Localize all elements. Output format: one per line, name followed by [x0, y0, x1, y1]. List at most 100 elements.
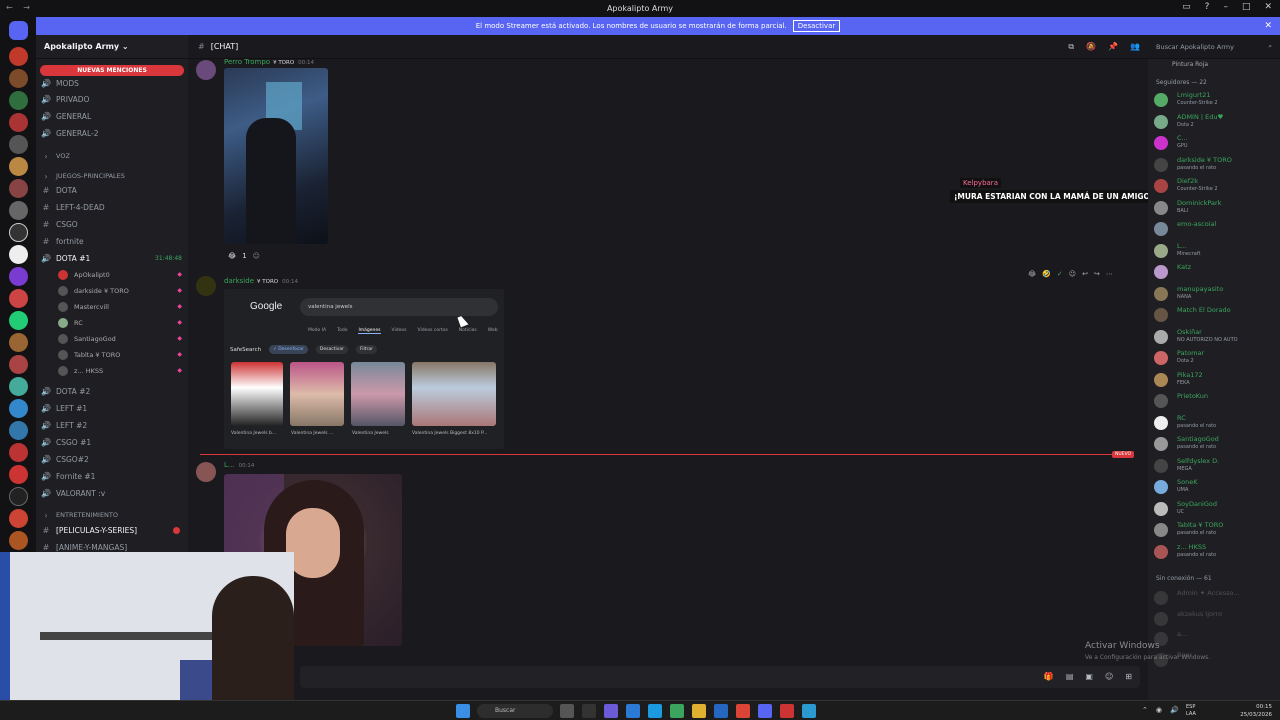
taskbar-search[interactable]: Buscar [477, 704, 553, 718]
avatar[interactable] [196, 462, 216, 482]
message-author[interactable]: darkside ¥ TORO 00:14 [224, 277, 298, 285]
apps-icon[interactable]: ⊞ [1125, 672, 1132, 681]
voice-member[interactable]: darkside ¥ TORO ◆ [58, 283, 186, 298]
start-icon[interactable] [456, 704, 470, 718]
avatar[interactable] [196, 276, 216, 296]
inbox-icon[interactable]: ▭ [1182, 2, 1191, 12]
member-item[interactable]: SantiagoGod pasando el rato [1154, 433, 1280, 453]
react-icon[interactable]: ☺ [1069, 270, 1076, 278]
threads-icon[interactable]: ⧉ [1068, 42, 1074, 52]
member-item[interactable]: emo-ascoial [1154, 218, 1280, 238]
member-item[interactable]: Patomar Dota 2 [1154, 347, 1280, 367]
reply-icon[interactable]: ↩ [1082, 270, 1088, 278]
app-icon[interactable] [560, 704, 574, 718]
voice-valorant[interactable]: 🔊 VALORANT :v [36, 485, 188, 501]
channel-fortnite[interactable]: # fortnite [36, 233, 188, 249]
member-item[interactable]: darkside ¥ TORO pasando el rato [1154, 154, 1280, 174]
server-icon[interactable] [9, 465, 28, 484]
discord-icon[interactable] [758, 704, 772, 718]
app-icon[interactable]: ◉ [1156, 706, 1162, 714]
close-icon[interactable]: ✕ [1264, 2, 1272, 12]
member-item[interactable]: Oskiñar NO AUTORIZO NO AUTO [1154, 326, 1280, 346]
voice-member[interactable]: ApOkalipt0 ◆ [58, 267, 186, 282]
nav-arrows-icon[interactable]: ← → [6, 3, 34, 12]
volume-icon[interactable]: 🔊 [1170, 706, 1179, 714]
member-item[interactable]: RC pasando el rato [1154, 412, 1280, 432]
server-icon[interactable] [9, 443, 28, 462]
server-icon[interactable] [9, 355, 28, 374]
voice-dota2[interactable]: 🔊 DOTA #2 [36, 383, 188, 399]
member-item[interactable]: C... GPU [1154, 132, 1280, 152]
app-icon[interactable] [626, 704, 640, 718]
member-item[interactable]: ADMIN | Edu♥ Dota 2 [1154, 111, 1280, 131]
check-icon[interactable]: ✓ [1057, 270, 1063, 278]
member-item-offline[interactable]: akzekus Ijorro [1154, 608, 1280, 628]
server-icon[interactable] [9, 179, 28, 198]
member-item[interactable]: Lmigurt21 Counter-Strike 2 [1154, 89, 1280, 109]
voice-csgo1[interactable]: 🔊 CSGO #1 [36, 434, 188, 450]
chrome-icon[interactable] [736, 704, 750, 718]
voice-csgo2[interactable]: 🔊 CSGO#2 [36, 451, 188, 467]
home-icon[interactable] [9, 21, 28, 40]
disable-streamer-button[interactable]: Desactivar [792, 20, 841, 32]
server-icon[interactable] [9, 289, 28, 308]
message-input[interactable]: 🎁 ▤ ▣ ☺ ⊞ [300, 666, 1140, 688]
server-icon[interactable] [9, 333, 28, 352]
message-author[interactable]: L... 00:14 [224, 461, 254, 469]
server-icon[interactable] [9, 201, 28, 220]
member-item-offline[interactable]: a... [1154, 628, 1280, 648]
server-icon[interactable] [9, 69, 28, 88]
emoji-icon[interactable]: 😂 [1028, 270, 1036, 278]
server-icon[interactable] [9, 91, 28, 110]
member-item-offline[interactable]: Admin ✦ Accesso... [1154, 587, 1280, 607]
member-item[interactable]: PrietoKun [1154, 390, 1280, 410]
help-icon[interactable]: ? [1205, 2, 1210, 12]
app-icon[interactable] [802, 704, 816, 718]
category-voz[interactable]: › VOZ [36, 148, 188, 164]
maximize-icon[interactable]: □ [1242, 2, 1251, 12]
screenshot-attachment[interactable]: Google valentina jewels Modo IA Todo Imáge… [224, 289, 504, 449]
member-item[interactable]: Tablta ¥ TORO pasando el rato [1154, 519, 1280, 539]
voice-dota1[interactable]: 🔊 DOTA #1 31:48:48 [36, 250, 188, 266]
channel-csgo[interactable]: # CSGO [36, 216, 188, 232]
gif-icon[interactable]: ▤ [1066, 672, 1074, 681]
server-icon[interactable] [9, 509, 28, 528]
server-icon[interactable] [9, 157, 28, 176]
channel-privado[interactable]: 🔊 PRIVADO [36, 91, 188, 107]
voice-member[interactable]: z... HKSS ◆ [58, 363, 186, 378]
channel-general-2[interactable]: 🔊 GENERAL-2 [36, 125, 188, 141]
emoji-reaction-icon[interactable]: 😂 [228, 252, 236, 260]
server-icon[interactable] [9, 245, 28, 264]
voice-member[interactable]: SantiagoGod ◆ [58, 331, 186, 346]
server-icon[interactable] [9, 421, 28, 440]
channel-peliculas[interactable]: # [PELICULAS-Y-SERIES] [36, 522, 188, 538]
member-item[interactable]: DominickPark BALI [1154, 197, 1280, 217]
member-item[interactable]: Selfdyslex D. MEGA [1154, 455, 1280, 475]
server-icon[interactable] [9, 487, 28, 506]
mute-icon[interactable]: 🔕 [1086, 42, 1096, 52]
server-icon[interactable] [9, 47, 28, 66]
server-name[interactable]: Apokalipto Army ⌄ [36, 35, 188, 59]
gift-icon[interactable]: 🎁 [1044, 672, 1054, 681]
member-item[interactable]: manupayasito NANA [1154, 283, 1280, 303]
more-icon[interactable]: ⋯ [1106, 270, 1113, 278]
channel-general[interactable]: 🔊 GENERAL [36, 108, 188, 124]
system-tray-icons[interactable]: ⌃ ◉ 🔊 [1142, 706, 1179, 714]
channel-dota[interactable]: # DOTA [36, 182, 188, 198]
member-item[interactable]: z... HKSS pasando el rato [1154, 541, 1280, 561]
app-icon[interactable] [692, 704, 706, 718]
member-item[interactable]: L... Minecraft [1154, 240, 1280, 260]
voice-fornite1[interactable]: 🔊 Fornite #1 [36, 468, 188, 484]
category-entretenimiento[interactable]: › ENTRETENIMIENTO [36, 507, 188, 523]
reaction-bar[interactable]: 😂 1 ☺ [228, 250, 260, 262]
voice-member[interactable]: Tablta ¥ TORO ◆ [58, 347, 186, 362]
app-icon[interactable] [780, 704, 794, 718]
member-item[interactable]: SoyDaniGod UC [1154, 498, 1280, 518]
server-icon[interactable] [9, 267, 28, 286]
chevron-up-icon[interactable]: ⌃ [1142, 706, 1148, 714]
emoji-icon[interactable]: 🤣 [1042, 270, 1051, 278]
avatar[interactable] [196, 60, 216, 80]
server-icon[interactable] [9, 311, 28, 330]
sticker-icon[interactable]: ▣ [1085, 672, 1093, 681]
member-item[interactable]: Katz [1154, 261, 1280, 281]
